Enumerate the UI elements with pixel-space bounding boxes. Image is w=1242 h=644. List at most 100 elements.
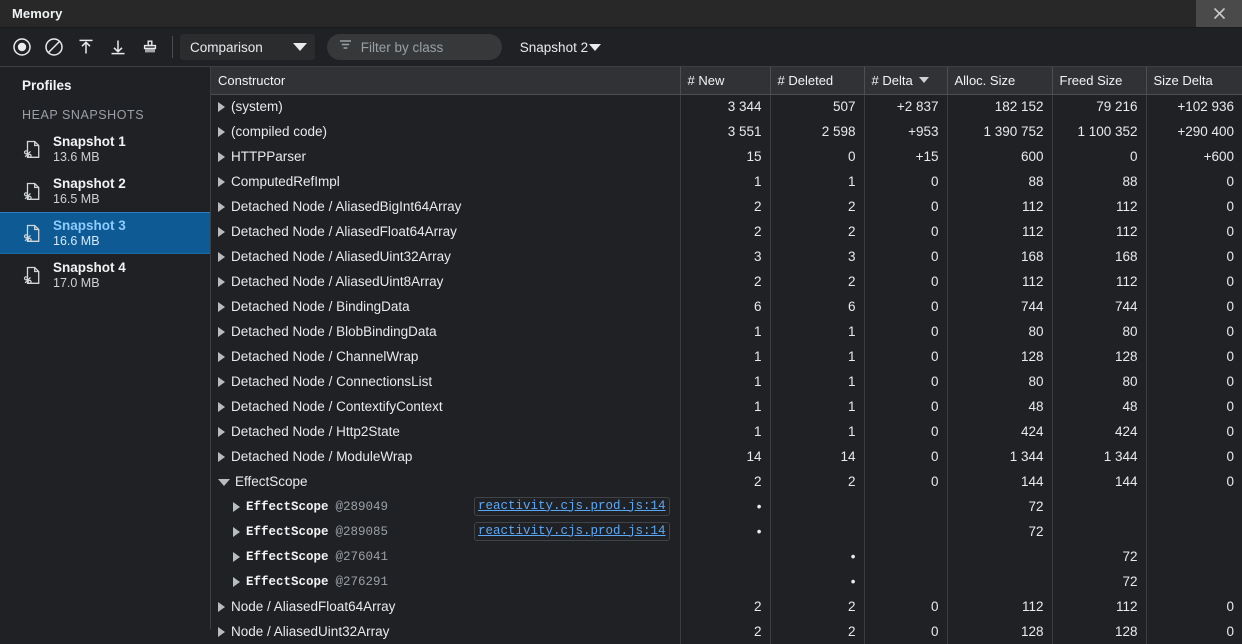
constructor-cell: Detached Node / ChannelWrap (211, 344, 681, 369)
alloc-size-cell: 72 (947, 519, 1053, 544)
expand-triangle-icon[interactable] (218, 376, 225, 387)
snapshot-item-4[interactable]: Snapshot 4 17.0 MB (0, 254, 210, 296)
snapshot-item-2[interactable]: Snapshot 2 16.5 MB (0, 170, 210, 212)
column-header-new[interactable]: # New (680, 67, 771, 95)
expand-triangle-icon[interactable] (218, 401, 225, 412)
table-row[interactable]: (compiled code) 3 551 2 598 +953 1 390 752 1 … (211, 119, 1242, 144)
column-header-label: # Delta (871, 72, 913, 88)
expand-triangle-icon[interactable] (218, 176, 225, 187)
constructor-name: Node / AliasedUint32Array (231, 624, 390, 639)
expand-triangle-icon[interactable] (233, 551, 240, 562)
table-row[interactable]: Detached Node / AliasedUint8Array 2 2 0 112 1… (211, 269, 1242, 294)
table-row[interactable]: Detached Node / AliasedFloat64Array 2 2 0 11… (211, 219, 1242, 244)
expand-triangle-icon[interactable] (233, 526, 240, 537)
column-header-deleted[interactable]: # Deleted (770, 67, 865, 95)
expand-triangle-icon[interactable] (218, 201, 225, 212)
expand-triangle-icon[interactable] (218, 426, 225, 437)
freed-size-cell: 88 (1052, 169, 1147, 194)
heap-snapshot-icon (22, 181, 44, 202)
expand-triangle-icon[interactable] (218, 626, 225, 637)
alloc-size-cell: 112 (947, 594, 1053, 619)
table-row[interactable]: EffectScope @276291 • 72 (211, 569, 1242, 594)
size-delta-cell: 0 (1226, 174, 1234, 189)
table-row[interactable]: ComputedRefImpl 1 1 0 88 88 0 (211, 169, 1242, 194)
column-header-delta[interactable]: # Delta (864, 67, 948, 95)
expand-triangle-icon[interactable] (218, 226, 225, 237)
expand-triangle-icon[interactable] (233, 501, 240, 512)
table-row[interactable]: (system) 3 344 507 +2 837 182 152 79 216 +102 … (211, 94, 1242, 119)
chevron-down-icon (292, 43, 307, 51)
snapshot-item-1[interactable]: Snapshot 1 13.6 MB (0, 128, 210, 170)
collapse-triangle-icon[interactable] (218, 479, 230, 486)
constructor-name: Detached Node / BindingData (231, 299, 410, 314)
filter-input-wrapper[interactable]: Filter by class (326, 34, 502, 60)
table-row[interactable]: EffectScope @289085 reactivity.cjs.prod.js… (211, 519, 1242, 544)
deleted-count-cell: 2 598 (770, 119, 865, 144)
filter-input[interactable]: Filter by class (361, 40, 444, 55)
delta-count-cell (864, 544, 948, 569)
table-row[interactable]: Detached Node / Http2State 1 1 0 424 424 0 (211, 419, 1242, 444)
delta-count-cell: 0 (864, 369, 948, 394)
record-icon[interactable] (6, 32, 38, 62)
table-row[interactable]: Detached Node / ContextifyContext 1 1 0 48 48… (211, 394, 1242, 419)
load-profile-icon[interactable] (70, 32, 102, 62)
column-header-label: # Deleted (777, 72, 834, 88)
size-delta-cell: 0 (1226, 349, 1234, 364)
size-delta-cell: 0 (1226, 224, 1234, 239)
alloc-size-cell: 744 (947, 294, 1053, 319)
value-bullet: • (850, 574, 856, 589)
table-row[interactable]: Detached Node / BindingData 6 6 0 744 744 0 (211, 294, 1242, 319)
column-header-constructor[interactable]: Constructor (211, 67, 681, 95)
column-header-alloc-size[interactable]: Alloc. Size (947, 67, 1053, 95)
collect-garbage-icon[interactable] (134, 32, 166, 62)
freed-size-cell: 72 (1052, 569, 1147, 594)
value-bullet: • (850, 549, 856, 564)
table-row[interactable]: Detached Node / BlobBindingData 1 1 0 80 80 0 (211, 319, 1242, 344)
constructor-name: EffectScope (246, 499, 329, 514)
table-row[interactable]: EffectScope 2 2 0 144 144 0 (211, 469, 1242, 494)
expand-triangle-icon[interactable] (218, 126, 225, 137)
snapshot-name: Snapshot 3 (53, 218, 126, 234)
table-row[interactable]: Detached Node / AliasedUint32Array 3 3 0 168… (211, 244, 1242, 269)
expand-triangle-icon[interactable] (218, 251, 225, 262)
table-row[interactable]: EffectScope @276041 • 72 (211, 544, 1242, 569)
new-count-cell: 2 (680, 219, 771, 244)
close-icon[interactable] (1196, 0, 1242, 27)
constructor-name: Detached Node / AliasedBigInt64Array (231, 199, 462, 214)
constructor-cell: EffectScope @289049 reactivity.cjs.prod.js… (211, 494, 681, 519)
column-header-freed-size[interactable]: Freed Size (1052, 67, 1147, 95)
snapshot-compare-select[interactable]: Snapshot 2 (514, 34, 607, 60)
table-row[interactable]: Detached Node / ChannelWrap 1 1 0 128 128 0 (211, 344, 1242, 369)
expand-triangle-icon[interactable] (218, 276, 225, 287)
source-link[interactable]: reactivity.cjs.prod.js:14 (473, 521, 670, 542)
expand-triangle-icon[interactable] (218, 351, 225, 362)
snapshot-item-3[interactable]: Snapshot 3 16.6 MB (0, 212, 210, 254)
size-delta-cell: 0 (1226, 274, 1234, 289)
column-header-size-delta[interactable]: Size Delta (1146, 67, 1242, 95)
table-row[interactable]: Node / AliasedUint32Array 2 2 0 128 128 0 (211, 619, 1242, 644)
constructor-name: EffectScope (246, 524, 329, 539)
alloc-size-cell: 1 390 752 (947, 119, 1053, 144)
freed-size-cell: 424 (1052, 419, 1147, 444)
view-mode-select[interactable]: Comparison (180, 34, 315, 60)
expand-triangle-icon[interactable] (218, 301, 225, 312)
object-id: @276291 (335, 574, 389, 589)
expand-triangle-icon[interactable] (218, 451, 225, 462)
expand-triangle-icon[interactable] (218, 601, 225, 612)
table-row[interactable]: HTTPParser 15 0 +15 600 0 +600 (211, 144, 1242, 169)
clear-icon[interactable] (38, 32, 70, 62)
expand-triangle-icon[interactable] (233, 576, 240, 587)
constructor-name: Node / AliasedFloat64Array (231, 599, 396, 614)
table-row[interactable]: Detached Node / ConnectionsList 1 1 0 80 80 0 (211, 369, 1242, 394)
freed-size-cell: 79 216 (1052, 94, 1147, 119)
expand-triangle-icon[interactable] (218, 151, 225, 162)
table-row[interactable]: Detached Node / ModuleWrap 14 14 0 1 344 1 34… (211, 444, 1242, 469)
source-link[interactable]: reactivity.cjs.prod.js:14 (473, 496, 670, 517)
table-row[interactable]: EffectScope @289049 reactivity.cjs.prod.js… (211, 494, 1242, 519)
column-header-label: Freed Size (1059, 72, 1123, 88)
table-row[interactable]: Node / AliasedFloat64Array 2 2 0 112 112 0 (211, 594, 1242, 619)
expand-triangle-icon[interactable] (218, 101, 225, 112)
expand-triangle-icon[interactable] (218, 326, 225, 337)
table-row[interactable]: Detached Node / AliasedBigInt64Array 2 2 0 1… (211, 194, 1242, 219)
save-profile-icon[interactable] (102, 32, 134, 62)
